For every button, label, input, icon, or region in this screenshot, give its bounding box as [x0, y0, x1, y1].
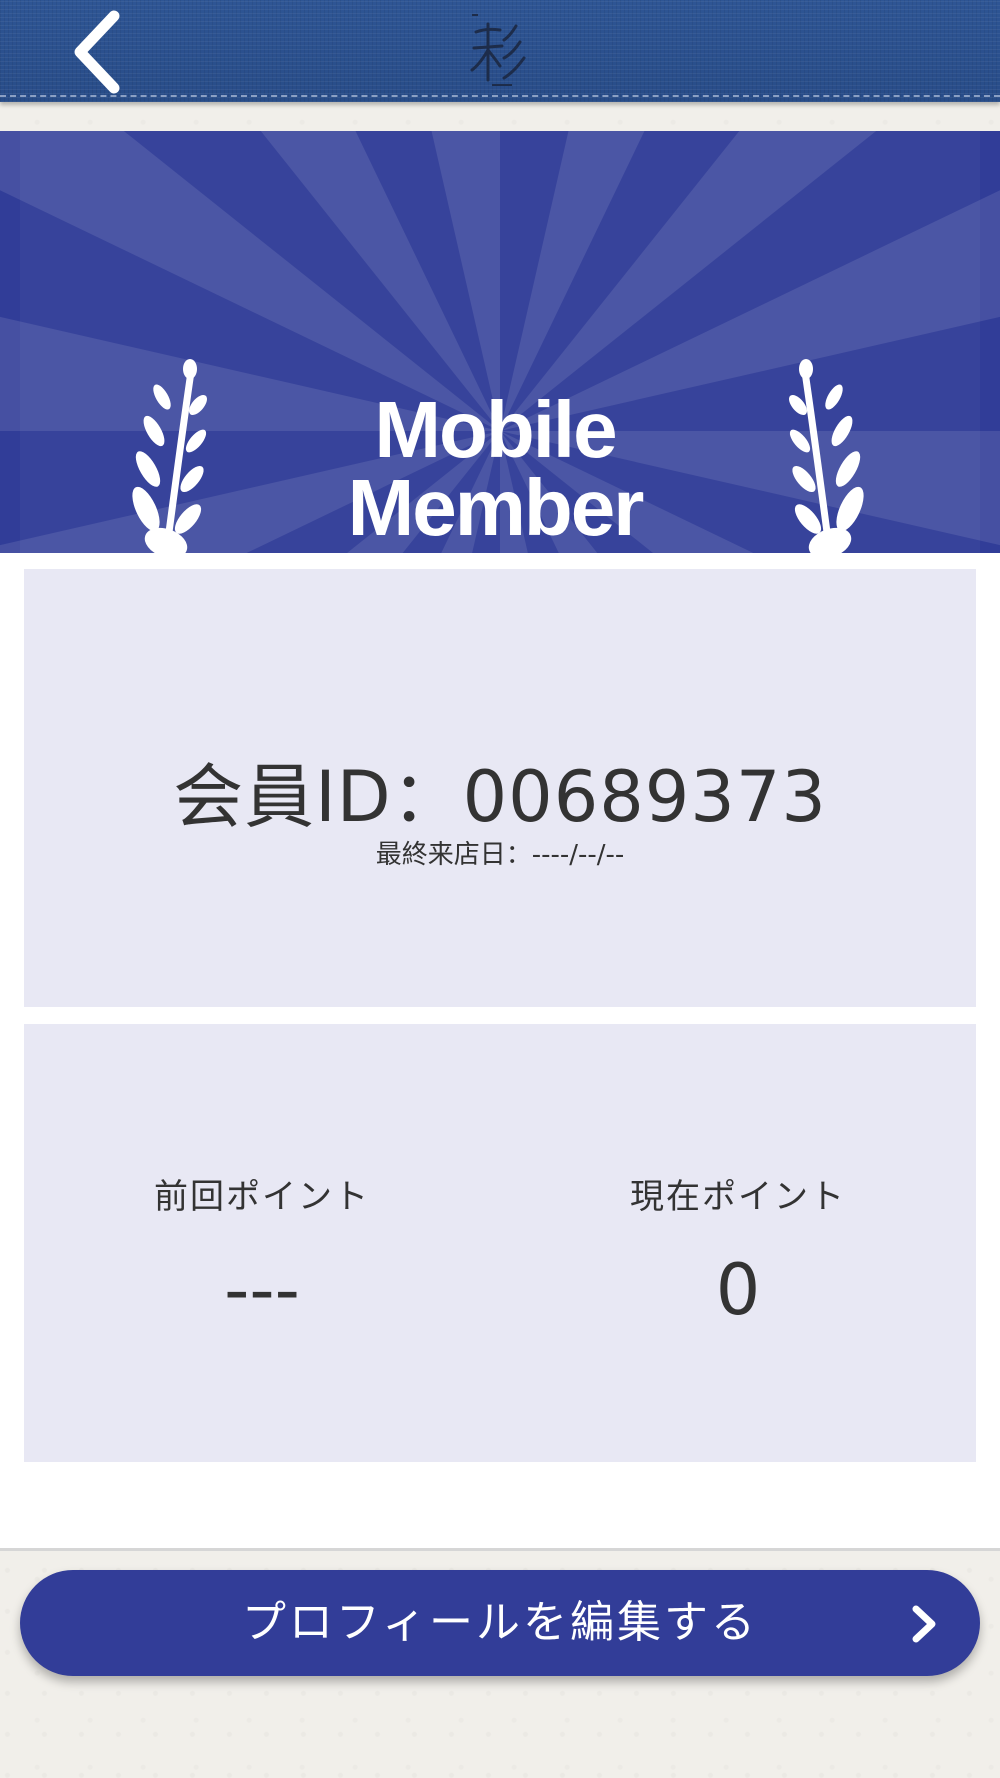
app-header: [0, 0, 1000, 102]
chevron-left-icon: [74, 10, 120, 94]
banner-title-line1: Mobile: [374, 385, 617, 474]
chevron-right-icon: [912, 1605, 936, 1643]
mobile-member-banner: Mobile Member: [0, 131, 1000, 553]
header-stitch-divider: [0, 95, 1000, 97]
member-content: 会員ID：00689373 最終来店日：----/--/-- 前回ポイント --…: [0, 553, 1000, 1551]
previous-points-label: 前回ポイント: [154, 1177, 370, 1217]
banner-title: Mobile Member: [250, 385, 740, 552]
member-id: 会員ID：00689373: [173, 756, 827, 838]
back-button[interactable]: [66, 10, 136, 94]
banner-title-line2: Member: [347, 463, 645, 552]
member-id-card: 会員ID：00689373 最終来店日：----/--/--: [24, 569, 976, 1007]
points-card: 前回ポイント --- 現在ポイント 0: [24, 1024, 976, 1462]
current-points: 現在ポイント 0: [500, 1169, 976, 1330]
previous-points: 前回ポイント ---: [24, 1169, 500, 1330]
sai-logo-icon: [466, 10, 536, 92]
edit-profile-button[interactable]: プロフィールを編集する: [20, 1570, 980, 1676]
last-visit-date: 最終来店日：----/--/--: [375, 840, 625, 870]
previous-points-value: ---: [224, 1249, 300, 1331]
laurel-right-icon: [786, 359, 870, 553]
current-points-label: 現在ポイント: [630, 1177, 846, 1217]
edit-profile-label: プロフィールを編集する: [241, 1597, 759, 1648]
laurel-left-icon: [126, 359, 210, 553]
current-points-value: 0: [715, 1249, 761, 1331]
